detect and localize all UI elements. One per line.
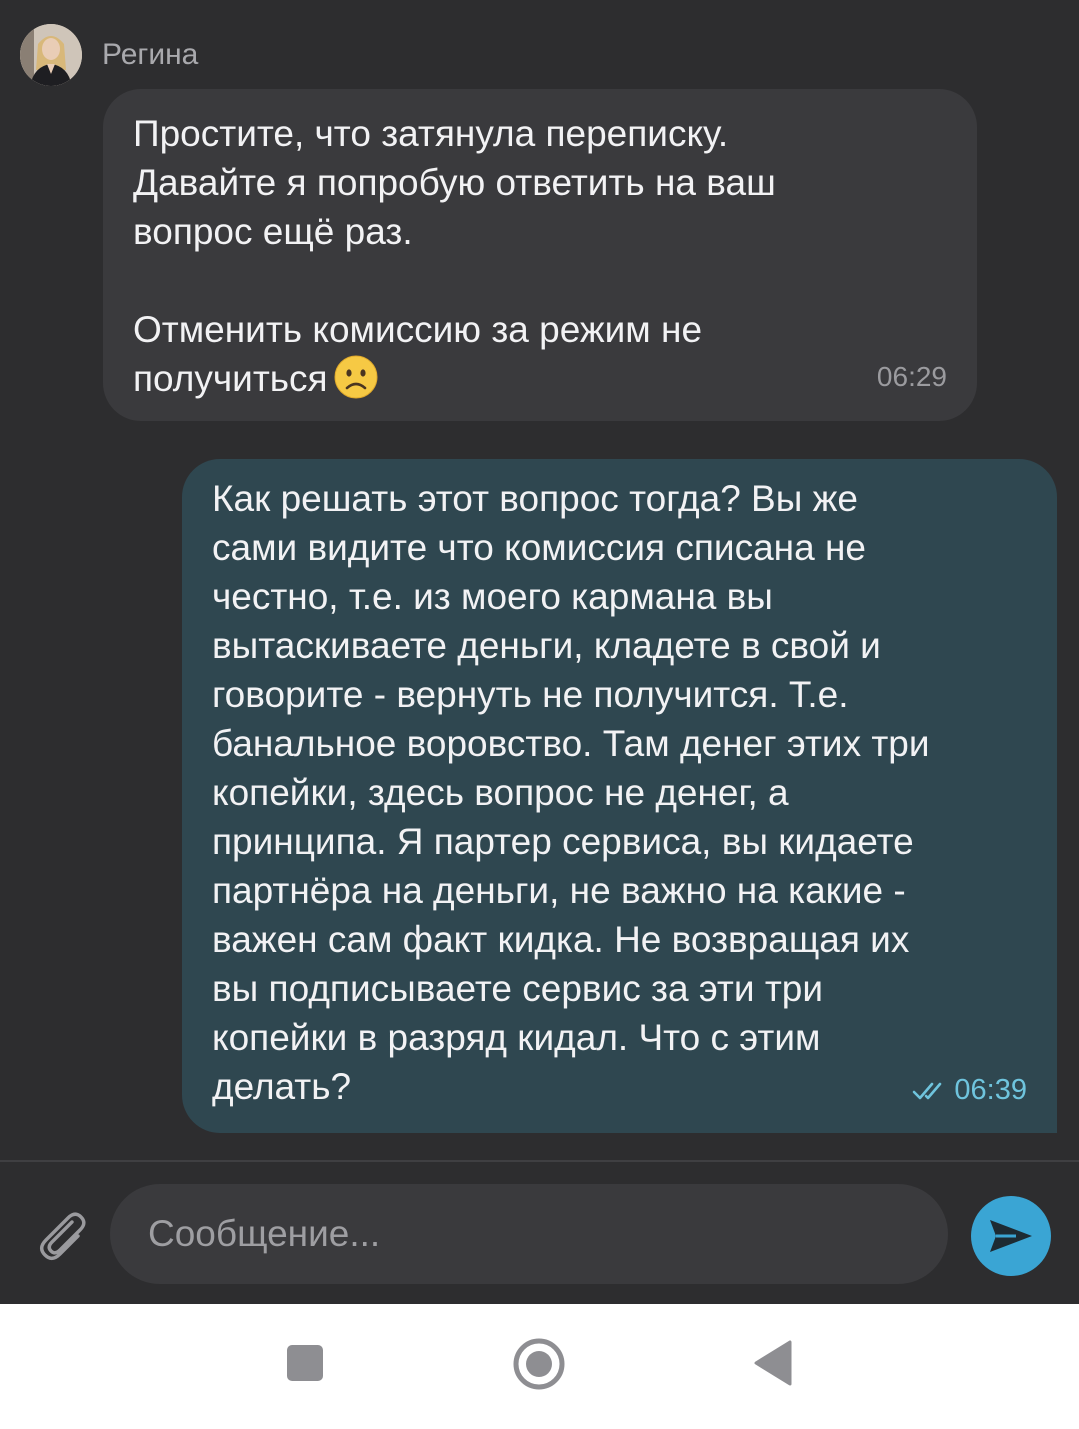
outgoing-message-text: Как решать этот вопрос тогда? Вы же сами… bbox=[212, 478, 930, 1107]
sender-name[interactable]: Регина bbox=[102, 38, 198, 72]
triangle-back-icon[interactable] bbox=[752, 1340, 794, 1386]
message-status: 06:39 bbox=[912, 1074, 1027, 1107]
paperclip-icon[interactable] bbox=[34, 1206, 90, 1262]
system-navigation-bar bbox=[0, 1304, 1079, 1429]
message-timestamp: 06:29 bbox=[876, 361, 947, 392]
incoming-message-bubble[interactable]: Простите, что затянула переписку. Давайт… bbox=[103, 89, 977, 421]
outgoing-message-bubble[interactable]: Как решать этот вопрос тогда? Вы же сами… bbox=[182, 459, 1057, 1133]
send-button[interactable] bbox=[971, 1196, 1051, 1276]
incoming-message-paragraph-1: Простите, что затянула переписку. Давайт… bbox=[133, 113, 776, 252]
message-input[interactable]: Сообщение... bbox=[110, 1184, 948, 1284]
circle-icon[interactable] bbox=[512, 1337, 566, 1391]
sender-header: Регина bbox=[20, 22, 198, 88]
square-icon[interactable] bbox=[286, 1344, 324, 1382]
message-list[interactable]: Регина Простите, что затянула переписку.… bbox=[0, 0, 1079, 1160]
message-composer: Сообщение... bbox=[0, 1162, 1079, 1304]
message-timestamp: 06:39 bbox=[954, 1074, 1027, 1106]
message-input-placeholder: Сообщение... bbox=[148, 1213, 381, 1254]
chat-screen: Регина Простите, что затянула переписку.… bbox=[0, 0, 1079, 1429]
slightly-frowning-face-icon bbox=[334, 355, 378, 399]
double-check-icon bbox=[913, 1082, 942, 1099]
user-avatar-icon[interactable] bbox=[20, 24, 82, 86]
incoming-message-text: Простите, что затянула переписку. Давайт… bbox=[133, 109, 947, 403]
incoming-message-paragraph-2: Отменить комиссию за режим не получиться bbox=[133, 309, 703, 399]
send-icon bbox=[990, 1220, 1032, 1252]
